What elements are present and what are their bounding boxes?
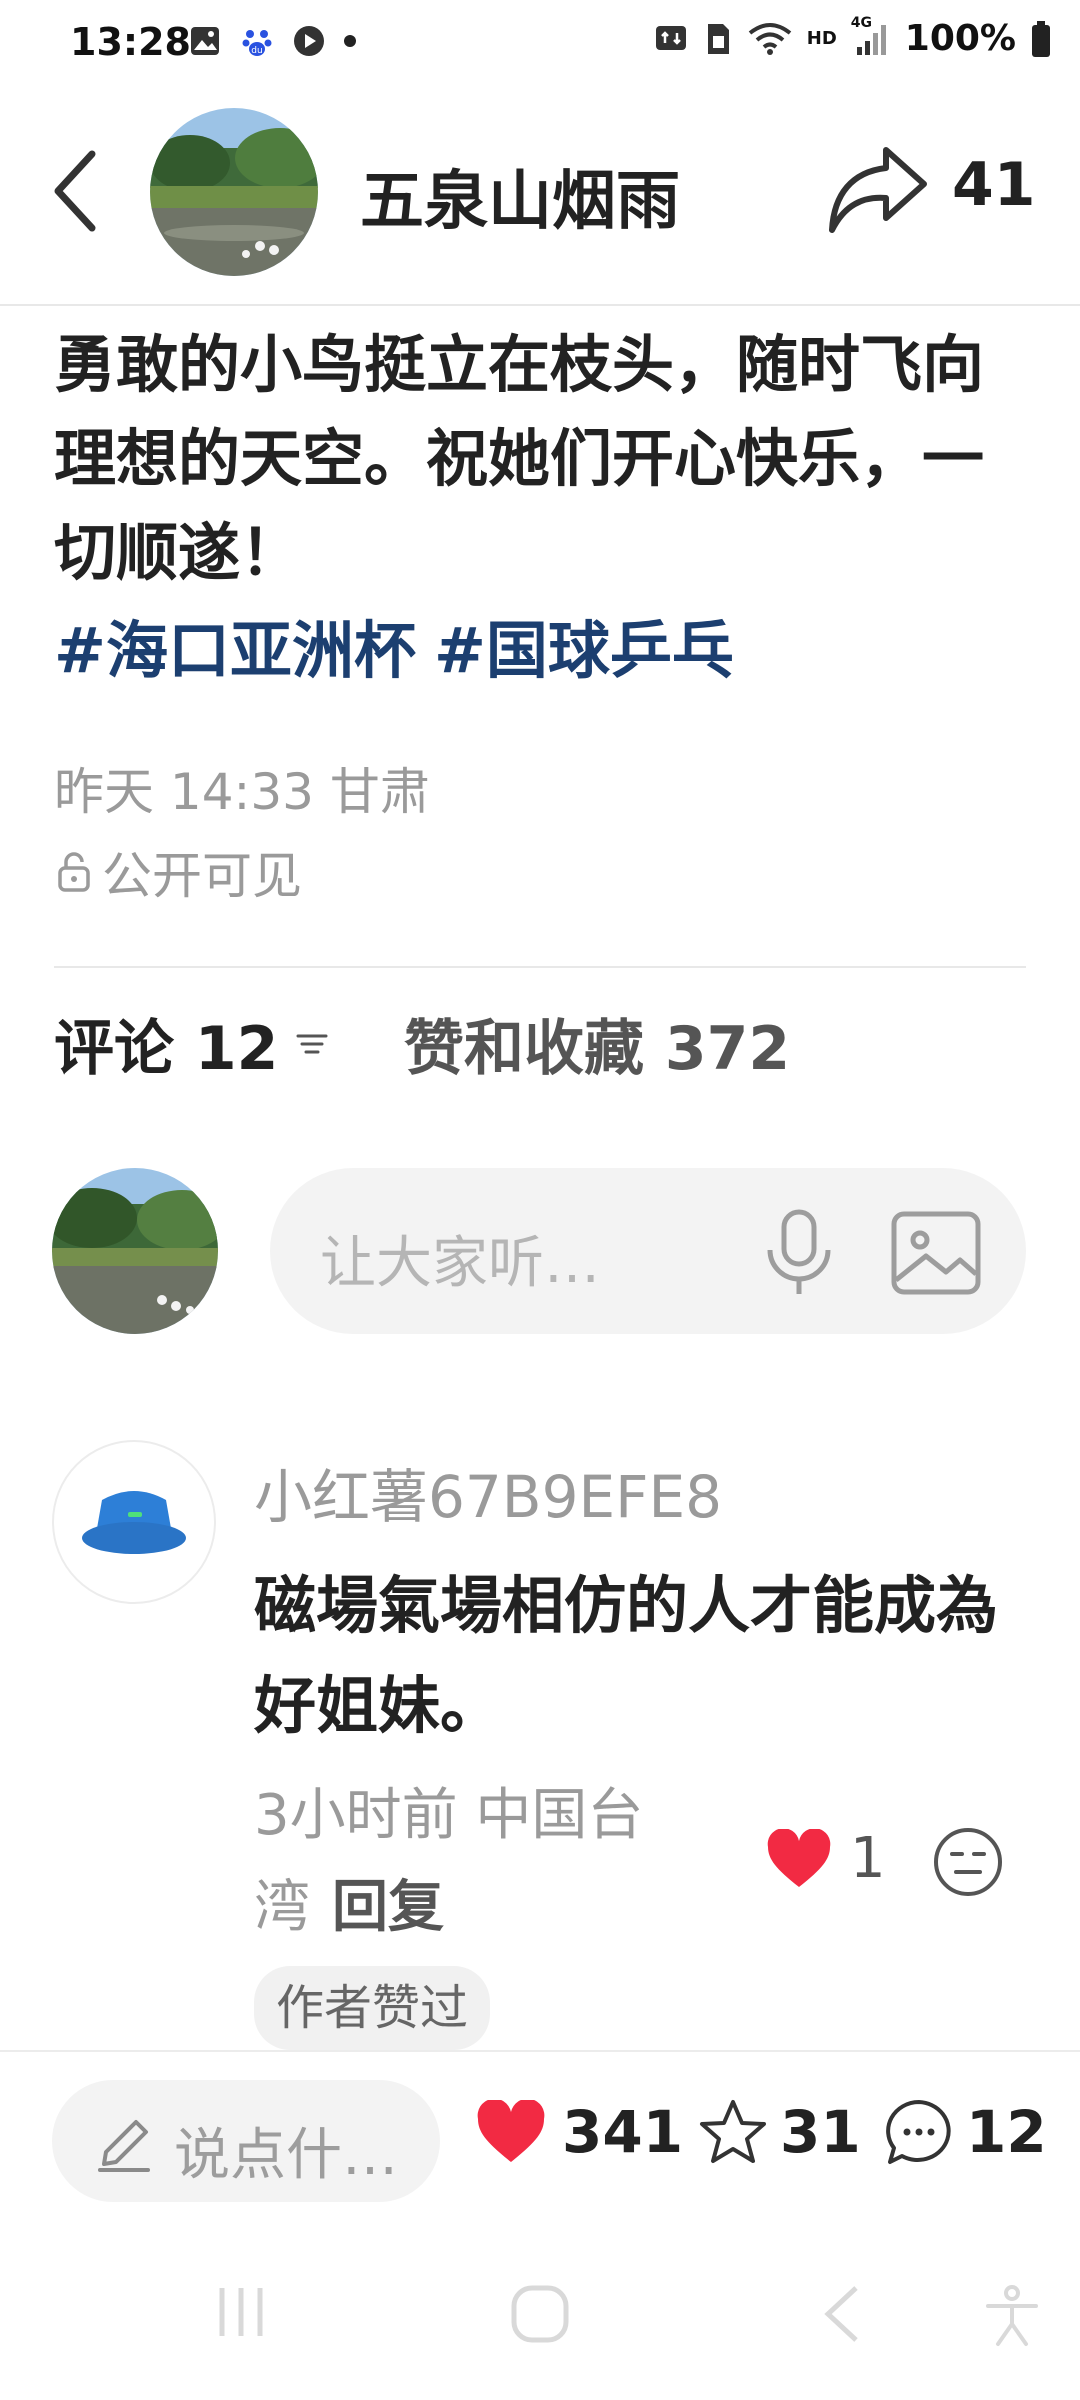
- svg-text:du: du: [251, 46, 262, 56]
- gallery-icon: [191, 27, 219, 55]
- share-icon[interactable]: [826, 142, 930, 238]
- share-count: 41: [952, 150, 1036, 220]
- comment-text: 磁場氣場相仿的人才能成為好姐妹。: [254, 1569, 999, 1742]
- comment-input[interactable]: 让大家听…: [270, 1168, 1026, 1334]
- author-name[interactable]: 五泉山烟雨: [360, 150, 680, 242]
- hashtag-link[interactable]: #国球乒乓: [434, 614, 734, 687]
- post-comment-button[interactable]: 12: [884, 2098, 1047, 2166]
- comment-like-button[interactable]: 1: [766, 1826, 886, 1891]
- section-divider: [54, 966, 1026, 968]
- notification-icons: du: [188, 24, 356, 58]
- heart-icon: [767, 1828, 831, 1887]
- header-divider: [0, 304, 1080, 306]
- data-transfer-icon: [655, 25, 686, 50]
- comment-time-location: 3小时前 中国台湾: [254, 1783, 644, 1940]
- accessibility-icon[interactable]: [982, 2284, 1042, 2348]
- signal-label: 4G: [850, 14, 873, 31]
- post-time-location: 昨天 14:33 甘肃: [54, 763, 430, 821]
- star-icon: [700, 2100, 766, 2163]
- sort-icon[interactable]: [292, 1024, 332, 1064]
- commenter-avatar[interactable]: [52, 1440, 216, 1604]
- say-something-input[interactable]: 说点什…: [52, 2080, 440, 2202]
- system-status: HD 4G 100%: [653, 15, 1052, 59]
- comment-like-count: 1: [850, 1826, 886, 1891]
- status-time: 13:28: [70, 20, 191, 64]
- my-avatar: [52, 1168, 218, 1334]
- tab-comments[interactable]: 评论 12: [54, 1000, 332, 1087]
- lock-icon: [58, 852, 90, 892]
- author-avatar[interactable]: [150, 108, 318, 276]
- baidu-icon: du: [242, 30, 272, 56]
- home-icon[interactable]: [510, 2284, 570, 2344]
- tab-likes-favorites[interactable]: 赞和收藏 372: [404, 1000, 790, 1087]
- battery-percent: 100%: [904, 18, 1016, 59]
- back-icon[interactable]: [50, 148, 100, 234]
- pencil-icon: [98, 2120, 150, 2172]
- post-tags: #海口亚洲杯 #国球乒乓: [54, 600, 752, 690]
- system-back-icon[interactable]: [820, 2284, 864, 2344]
- bottom-divider: [0, 2050, 1080, 2052]
- reply-button[interactable]: 回复: [332, 1875, 444, 1940]
- comment-author[interactable]: 小红薯67B9EFE8: [254, 1450, 722, 1534]
- comment-input-placeholder: 让大家听…: [320, 1231, 600, 1296]
- sim-icon: [707, 23, 729, 54]
- wifi-icon: [748, 22, 792, 55]
- post-comment-count: 12: [966, 2098, 1047, 2166]
- comment-icon: [886, 2100, 951, 2164]
- heart-icon: [477, 2100, 545, 2162]
- more-notifications-dot: [344, 35, 356, 47]
- post-like-button[interactable]: 341: [476, 2098, 683, 2166]
- post-favorite-button[interactable]: 31: [698, 2098, 861, 2166]
- post-favorite-count: 31: [780, 2098, 861, 2166]
- image-icon[interactable]: [888, 1208, 984, 1298]
- author-liked-badge: 作者赞过: [254, 1966, 491, 2050]
- battery-icon: [1032, 20, 1050, 57]
- status-bar: 13:28 du HD 4G 100%: [0, 0, 1080, 92]
- visibility-label: 公开可见: [102, 847, 302, 905]
- post-text: 勇敢的小鸟挺立在枝头，随时飞向理想的天空。祝她们开心快乐，一切顺遂！: [54, 328, 985, 589]
- tab-comments-label: 评论 12: [54, 1014, 279, 1084]
- play-icon: [294, 26, 324, 56]
- signal-icon: 4G: [851, 15, 891, 57]
- emoji-icon[interactable]: [932, 1826, 1004, 1898]
- network-type: HD: [806, 28, 837, 49]
- say-something-placeholder: 说点什…: [174, 2123, 398, 2188]
- mic-icon[interactable]: [754, 1206, 844, 1300]
- comment-meta: 3小时前 中国台湾 回复: [254, 1770, 694, 1954]
- recent-apps-icon[interactable]: [214, 2284, 268, 2340]
- post-like-count: 341: [562, 2098, 684, 2166]
- hashtag-link[interactable]: #海口亚洲杯: [54, 614, 416, 687]
- post-visibility: 公开可见: [54, 836, 302, 908]
